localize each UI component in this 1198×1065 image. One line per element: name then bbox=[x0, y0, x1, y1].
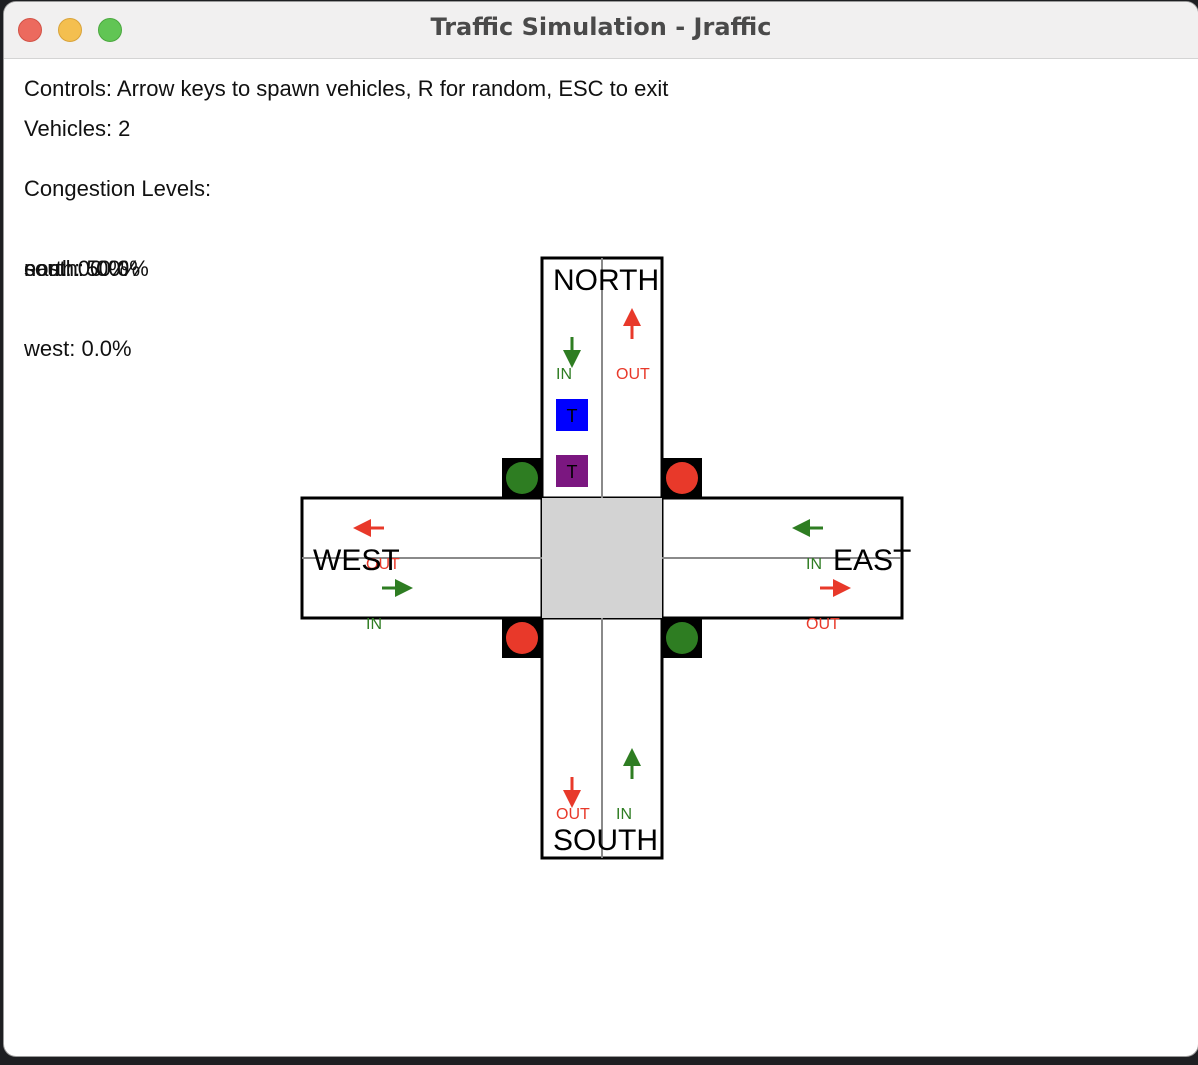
west-road-label: WEST bbox=[313, 544, 400, 577]
north-out-label: OUT bbox=[616, 366, 650, 383]
west-in-label: IN bbox=[366, 616, 382, 633]
south-road-label: SOUTH bbox=[553, 824, 658, 857]
vehicle-1-label: T bbox=[567, 406, 578, 426]
vehicle-2-label: T bbox=[567, 462, 578, 482]
traffic-light-south-west bbox=[502, 618, 542, 658]
south-out-label: OUT bbox=[556, 806, 590, 823]
intersection-box bbox=[542, 498, 662, 618]
traffic-light-south-east bbox=[662, 618, 702, 658]
north-road-label: NORTH bbox=[553, 264, 659, 297]
title-bar: Traffic Simulation - Jraffic bbox=[4, 2, 1198, 59]
south-in-label: IN bbox=[616, 806, 632, 823]
vehicle-2: T bbox=[556, 455, 588, 487]
vehicle-1: T bbox=[556, 399, 588, 431]
intersection-diagram: IN OUT OUT IN OUT IN IN OUT NORTH SOUTH … bbox=[300, 256, 911, 860]
simulation-canvas[interactable]: Controls: Arrow keys to spawn vehicles, … bbox=[4, 58, 1198, 1056]
traffic-light-north-east bbox=[662, 458, 702, 498]
east-out-label: OUT bbox=[806, 616, 840, 633]
east-road-label: EAST bbox=[833, 544, 911, 577]
app-window: Traffic Simulation - Jraffic Controls: A… bbox=[4, 2, 1198, 1056]
north-in-label: IN bbox=[556, 366, 572, 383]
window-title: Traffic Simulation - Jraffic bbox=[430, 13, 772, 41]
traffic-light-north-west bbox=[502, 458, 542, 498]
east-in-label: IN bbox=[806, 556, 822, 573]
